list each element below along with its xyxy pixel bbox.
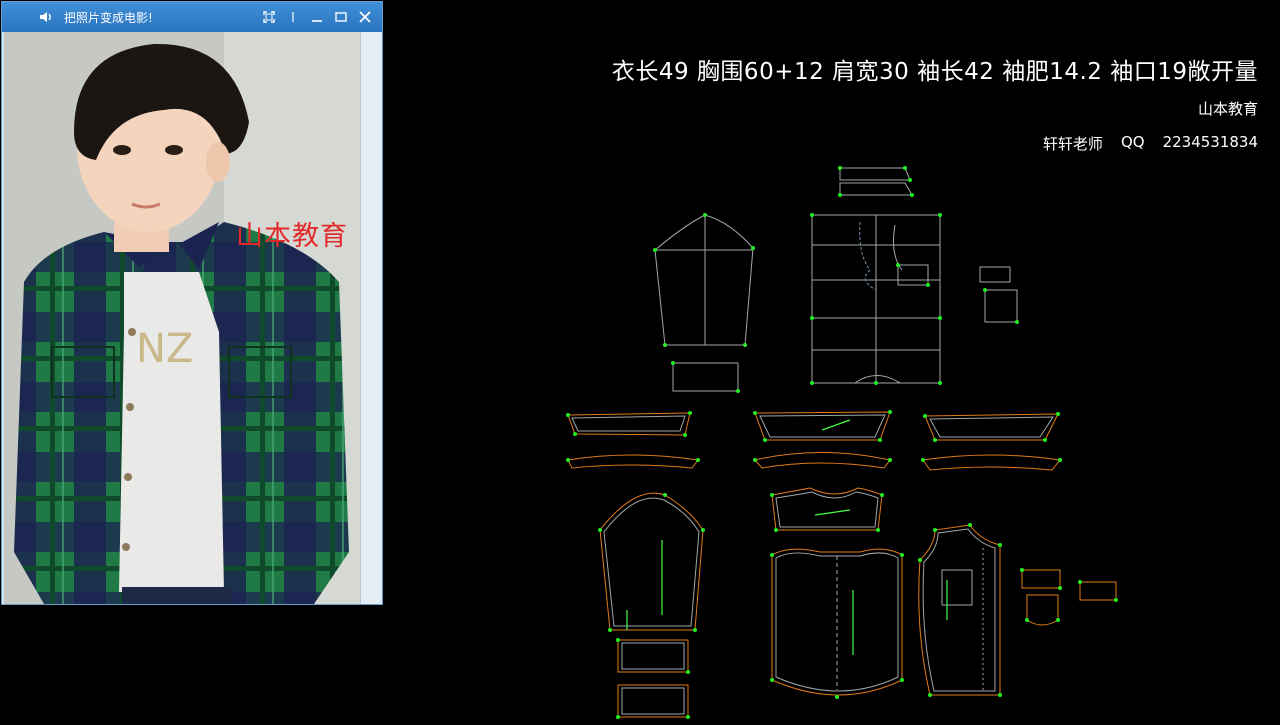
close-icon[interactable] bbox=[356, 8, 374, 26]
garment-pattern-drawing bbox=[566, 166, 1118, 719]
yoke-piece bbox=[771, 487, 883, 531]
measurement-spec: 衣长49 胸围60+12 肩宽30 袖长42 袖肥14.2 袖口19敞开量 bbox=[611, 59, 1258, 85]
separator bbox=[284, 8, 302, 26]
sleeve-draft bbox=[654, 214, 754, 392]
preview-window: 把照片变成电影! NZ 山本教育 bbox=[1, 1, 383, 605]
speaker-icon[interactable] bbox=[38, 9, 54, 25]
collar-band-draft bbox=[839, 167, 913, 196]
sleeve-piece bbox=[599, 492, 704, 718]
svg-text:NZ: NZ bbox=[136, 326, 193, 372]
fullscreen-icon[interactable] bbox=[260, 8, 278, 26]
maximize-icon[interactable] bbox=[332, 8, 350, 26]
bodice-draft bbox=[811, 214, 1018, 384]
collar-pieces bbox=[567, 411, 1061, 471]
qq-number: 2234531834 bbox=[1162, 133, 1258, 151]
window-title: 把照片变成电影! bbox=[64, 10, 153, 25]
back-piece bbox=[771, 548, 903, 696]
pocket-pieces bbox=[1021, 569, 1117, 626]
front-piece bbox=[918, 524, 1001, 696]
watermark-text: 山本教育 bbox=[236, 221, 348, 252]
point-markers bbox=[566, 166, 1118, 719]
boy-shirt-photo: NZ 山本教育 bbox=[4, 32, 360, 604]
minimize-icon[interactable] bbox=[308, 8, 326, 26]
brand-label: 山本教育 bbox=[1197, 100, 1258, 118]
scrollbar[interactable] bbox=[360, 32, 381, 604]
window-titlebar[interactable]: 把照片变成电影! bbox=[2, 2, 382, 32]
grain-lines bbox=[626, 419, 948, 655]
